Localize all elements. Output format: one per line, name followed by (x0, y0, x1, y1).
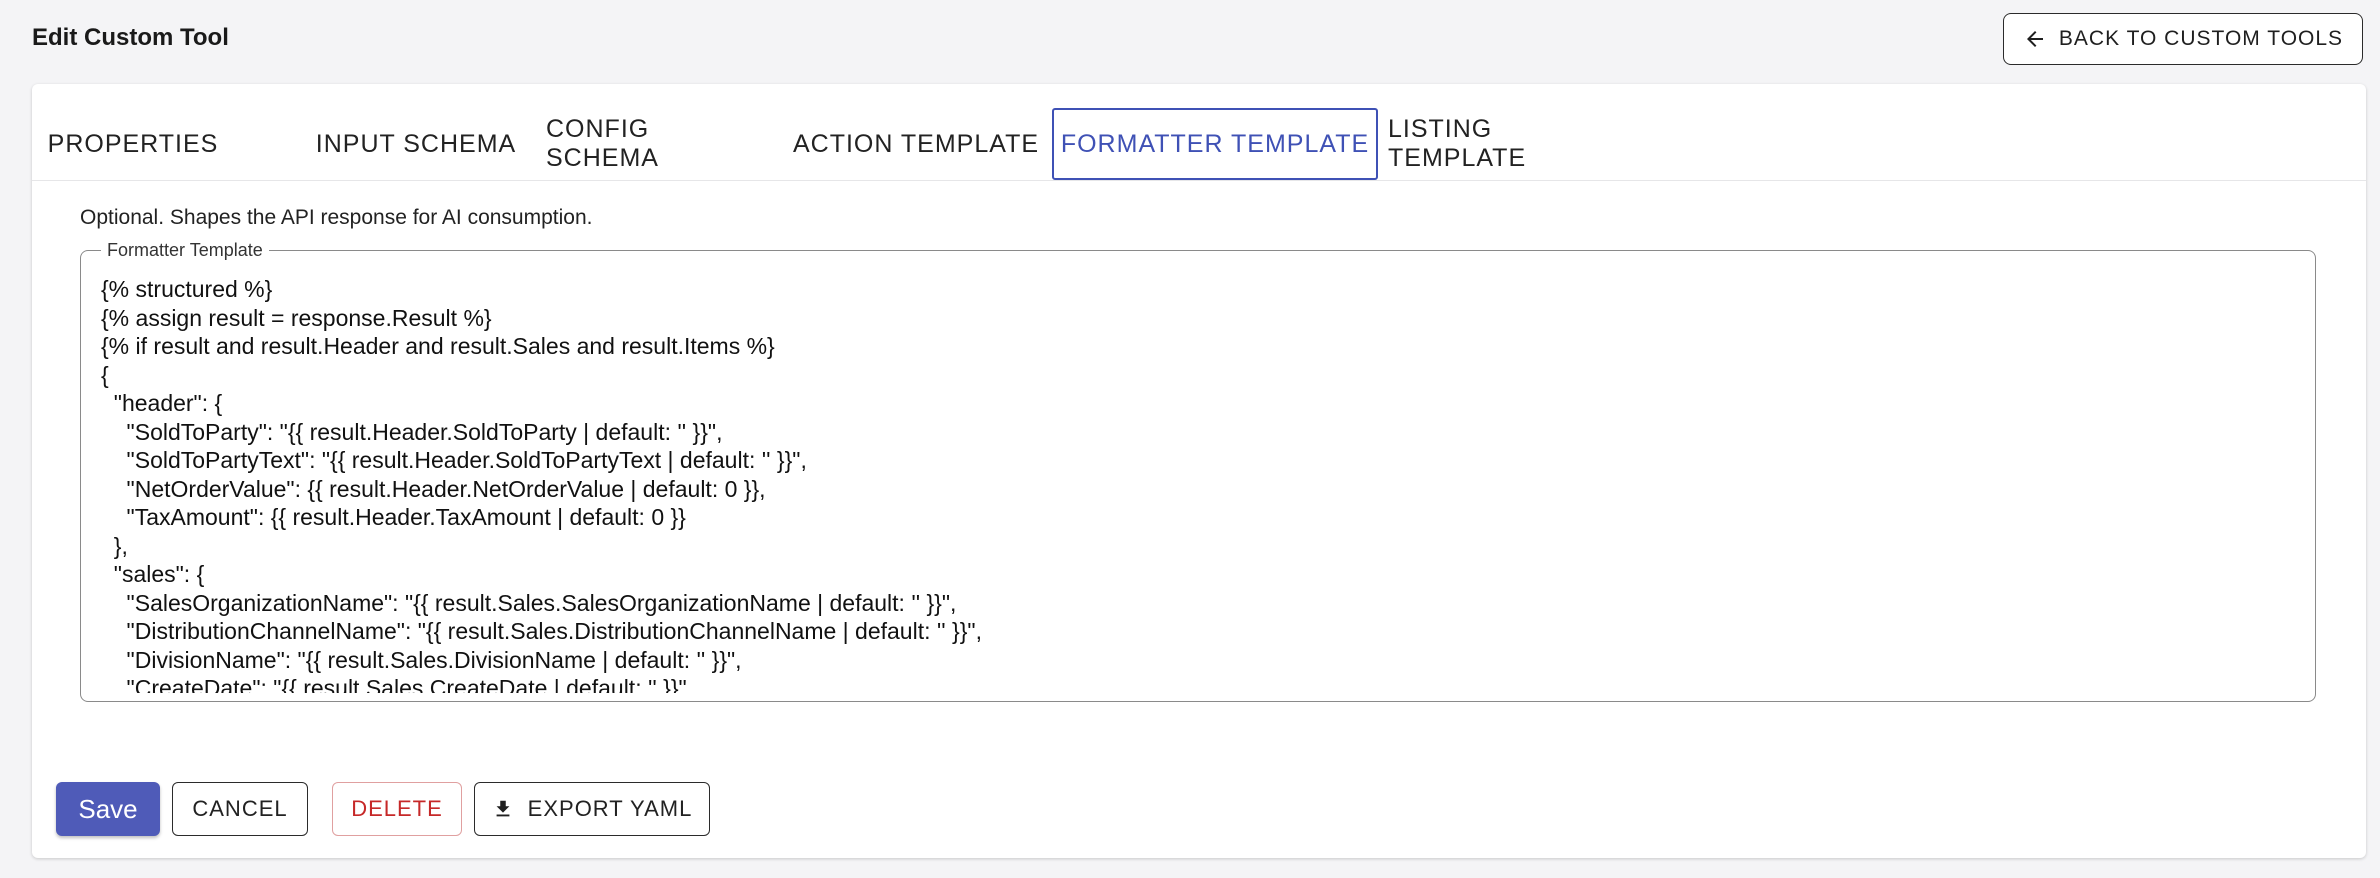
save-button[interactable]: Save (56, 782, 160, 836)
cancel-button[interactable]: CANCEL (172, 782, 308, 836)
arrow-left-icon (2026, 31, 2043, 47)
download-icon (496, 800, 510, 817)
export-yaml-button[interactable]: EXPORT YAML (474, 782, 710, 836)
back-to-custom-tools-button[interactable]: BACK TO CUSTOM TOOLS (2003, 13, 2363, 65)
tab-config-schema[interactable]: CONFIG SCHEMA (546, 108, 768, 180)
formatter-description: Optional. Shapes the API response for AI… (80, 206, 593, 229)
tab-action-template[interactable]: ACTION TEMPLATE (792, 108, 1040, 180)
tab-bar: PROPERTIES INPUT SCHEMA CONFIG SCHEMA AC… (32, 84, 2366, 181)
delete-button[interactable]: DELETE (332, 782, 462, 836)
page-title: Edit Custom Tool (32, 24, 229, 51)
tab-listing-template[interactable]: LISTING TEMPLATE (1388, 108, 1634, 180)
tab-formatter-template[interactable]: FORMATTER TEMPLATE (1052, 108, 1378, 180)
editor-card: PROPERTIES INPUT SCHEMA CONFIG SCHEMA AC… (32, 84, 2366, 858)
page-header: Edit Custom Tool BACK TO CUSTOM TOOLS (0, 0, 2380, 80)
tab-input-schema[interactable]: INPUT SCHEMA (312, 108, 520, 180)
export-yaml-label: EXPORT YAML (527, 796, 693, 821)
back-button-label: BACK TO CUSTOM TOOLS (2058, 27, 2344, 50)
formatter-template-label: Formatter Template (101, 240, 269, 261)
tab-properties[interactable]: PROPERTIES (48, 108, 218, 180)
formatter-template-field[interactable]: Formatter Template {% structured %} {% a… (80, 240, 2316, 702)
formatter-template-textarea[interactable]: {% structured %} {% assign result = resp… (101, 275, 2291, 693)
